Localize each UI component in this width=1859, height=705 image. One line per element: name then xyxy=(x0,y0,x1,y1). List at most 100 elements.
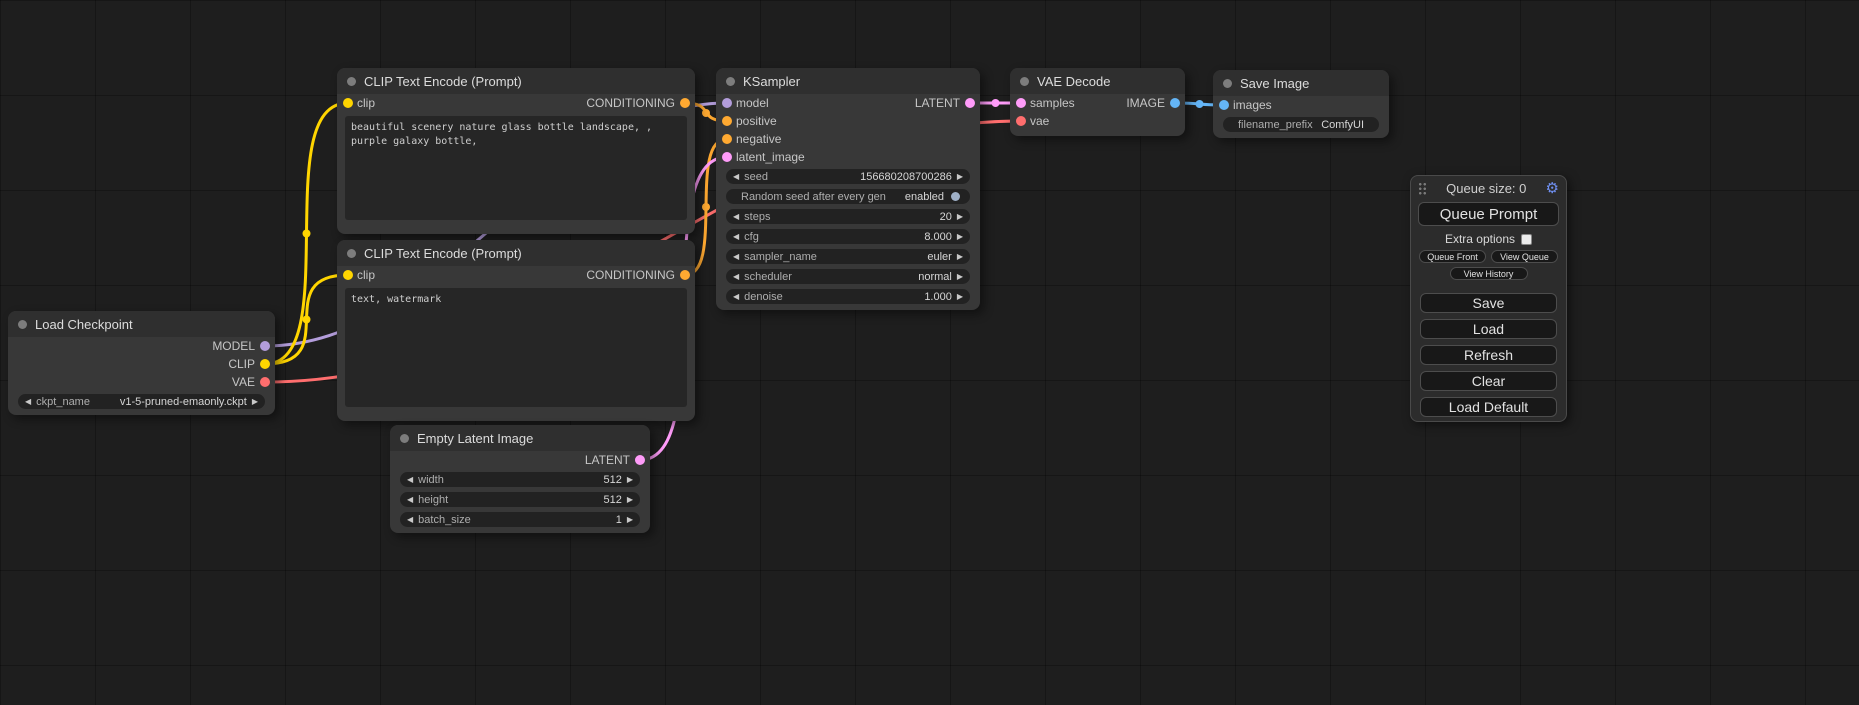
widget-width[interactable]: ◀ width 512 ▶ xyxy=(400,472,640,487)
widget-value: v1-5-pruned-emaonly.ckpt xyxy=(120,396,247,408)
decrement-arrow-icon[interactable]: ◀ xyxy=(733,173,739,181)
output-dot-image[interactable] xyxy=(1170,98,1180,108)
queue-front-button[interactable]: Queue Front xyxy=(1419,250,1486,263)
queue-panel-header: Queue size: 0 ⚙ xyxy=(1411,176,1566,196)
increment-arrow-icon[interactable]: ▶ xyxy=(957,273,963,281)
view-history-button[interactable]: View History xyxy=(1450,267,1528,280)
node-vae-decode[interactable]: VAE Decode samples IMAGE vae xyxy=(1010,68,1185,136)
load-button[interactable]: Load xyxy=(1420,319,1557,339)
input-dot-clip[interactable] xyxy=(343,270,353,280)
node-clip-text-encode-negative[interactable]: CLIP Text Encode (Prompt) clip CONDITION… xyxy=(337,240,695,421)
collapse-dot-icon[interactable] xyxy=(1020,77,1029,86)
input-dot-clip[interactable] xyxy=(343,98,353,108)
slot-row: clip CONDITIONING xyxy=(337,266,695,284)
collapse-dot-icon[interactable] xyxy=(1223,79,1232,88)
decrement-arrow-icon[interactable]: ◀ xyxy=(407,496,413,504)
view-queue-button[interactable]: View Queue xyxy=(1491,250,1558,263)
extra-options-row: Extra options xyxy=(1411,232,1566,246)
decrement-arrow-icon[interactable]: ◀ xyxy=(407,516,413,524)
increment-arrow-icon[interactable]: ▶ xyxy=(627,516,633,524)
input-dot-positive[interactable] xyxy=(722,116,732,126)
increment-arrow-icon[interactable]: ▶ xyxy=(957,253,963,261)
widget-sampler-name[interactable]: ◀ sampler_name euler ▶ xyxy=(726,249,970,264)
increment-arrow-icon[interactable]: ▶ xyxy=(957,293,963,301)
widget-height[interactable]: ◀ height 512 ▶ xyxy=(400,492,640,507)
node-empty-latent-image[interactable]: Empty Latent Image LATENT ◀ width 512 ▶ … xyxy=(390,425,650,533)
widget-filename-prefix[interactable]: filename_prefix ComfyUI xyxy=(1223,117,1379,132)
output-dot-vae[interactable] xyxy=(260,377,270,387)
link-dot-image xyxy=(1196,100,1204,108)
increment-arrow-icon[interactable]: ▶ xyxy=(957,173,963,181)
input-label-samples: samples xyxy=(1030,96,1075,110)
input-dot-vae[interactable] xyxy=(1016,116,1026,126)
queue-prompt-button[interactable]: Queue Prompt xyxy=(1418,202,1559,226)
node-canvas[interactable]: { "icons": { "left_arrow": "◀", "right_a… xyxy=(0,0,1859,705)
decrement-arrow-icon[interactable]: ◀ xyxy=(25,398,31,406)
collapse-dot-icon[interactable] xyxy=(726,77,735,86)
output-label-conditioning: CONDITIONING xyxy=(586,268,675,282)
node-title: Save Image xyxy=(1240,76,1309,91)
clear-button[interactable]: Clear xyxy=(1420,371,1557,391)
input-dot-model[interactable] xyxy=(722,98,732,108)
widget-value: euler xyxy=(927,251,951,263)
save-button[interactable]: Save xyxy=(1420,293,1557,313)
decrement-arrow-icon[interactable]: ◀ xyxy=(407,476,413,484)
input-dot-images[interactable] xyxy=(1219,100,1229,110)
widget-name: Random seed after every gen xyxy=(741,191,886,203)
output-dot-conditioning[interactable] xyxy=(680,98,690,108)
collapse-dot-icon[interactable] xyxy=(347,249,356,258)
slot-row: latent_image xyxy=(716,148,980,166)
refresh-button[interactable]: Refresh xyxy=(1420,345,1557,365)
widget-value: 512 xyxy=(603,474,621,486)
widget-name: filename_prefix xyxy=(1238,119,1313,131)
prompt-textarea[interactable]: text, watermark xyxy=(345,288,687,407)
widget-ckpt-name[interactable]: ◀ ckpt_name v1-5-pruned-emaonly.ckpt ▶ xyxy=(18,394,265,409)
node-clip-text-encode-positive[interactable]: CLIP Text Encode (Prompt) clip CONDITION… xyxy=(337,68,695,234)
collapse-dot-icon[interactable] xyxy=(347,77,356,86)
node-title: KSampler xyxy=(743,74,800,89)
increment-arrow-icon[interactable]: ▶ xyxy=(627,476,633,484)
increment-arrow-icon[interactable]: ▶ xyxy=(957,233,963,241)
input-dot-samples[interactable] xyxy=(1016,98,1026,108)
decrement-arrow-icon[interactable]: ◀ xyxy=(733,253,739,261)
output-dot-latent[interactable] xyxy=(965,98,975,108)
output-dot-clip[interactable] xyxy=(260,359,270,369)
input-dot-negative[interactable] xyxy=(722,134,732,144)
queue-size-label: Queue size: 0 xyxy=(1427,181,1546,196)
widget-name: seed xyxy=(744,171,768,183)
node-save-image[interactable]: Save Image images filename_prefix ComfyU… xyxy=(1213,70,1389,138)
load-default-button[interactable]: Load Default xyxy=(1420,397,1557,417)
widget-scheduler[interactable]: ◀ scheduler normal ▶ xyxy=(726,269,970,284)
increment-arrow-icon[interactable]: ▶ xyxy=(627,496,633,504)
output-dot-conditioning[interactable] xyxy=(680,270,690,280)
widget-denoise[interactable]: ◀ denoise 1.000 ▶ xyxy=(726,289,970,304)
widget-seed[interactable]: ◀ seed 156680208700286 ▶ xyxy=(726,169,970,184)
node-title: CLIP Text Encode (Prompt) xyxy=(364,74,522,89)
decrement-arrow-icon[interactable]: ◀ xyxy=(733,213,739,221)
increment-arrow-icon[interactable]: ▶ xyxy=(252,398,258,406)
input-label-negative: negative xyxy=(736,132,781,146)
output-dot-latent[interactable] xyxy=(635,455,645,465)
input-label-model: model xyxy=(736,96,769,110)
decrement-arrow-icon[interactable]: ◀ xyxy=(733,233,739,241)
widget-value: enabled xyxy=(905,191,944,203)
widget-batch-size[interactable]: ◀ batch_size 1 ▶ xyxy=(400,512,640,527)
collapse-dot-icon[interactable] xyxy=(400,434,409,443)
output-dot-model[interactable] xyxy=(260,341,270,351)
toggle-indicator[interactable] xyxy=(951,192,960,201)
collapse-dot-icon[interactable] xyxy=(18,320,27,329)
input-dot-latent-image[interactable] xyxy=(722,152,732,162)
decrement-arrow-icon[interactable]: ◀ xyxy=(733,273,739,281)
drag-handle-icon[interactable] xyxy=(1418,182,1427,195)
decrement-arrow-icon[interactable]: ◀ xyxy=(733,293,739,301)
extra-options-checkbox[interactable] xyxy=(1521,234,1532,245)
widget-random-seed-toggle[interactable]: Random seed after every gen enabled xyxy=(726,189,970,204)
node-load-checkpoint[interactable]: Load Checkpoint MODEL CLIP VAE ◀ ckpt_na… xyxy=(8,311,275,415)
increment-arrow-icon[interactable]: ▶ xyxy=(957,213,963,221)
widget-steps[interactable]: ◀ steps 20 ▶ xyxy=(726,209,970,224)
node-ksampler[interactable]: KSampler model LATENT positive negative … xyxy=(716,68,980,310)
settings-gear-icon[interactable]: ⚙ xyxy=(1546,181,1559,196)
prompt-textarea[interactable]: beautiful scenery nature glass bottle la… xyxy=(345,116,687,220)
widget-cfg[interactable]: ◀ cfg 8.000 ▶ xyxy=(726,229,970,244)
node-title-bar: Empty Latent Image xyxy=(390,425,650,451)
